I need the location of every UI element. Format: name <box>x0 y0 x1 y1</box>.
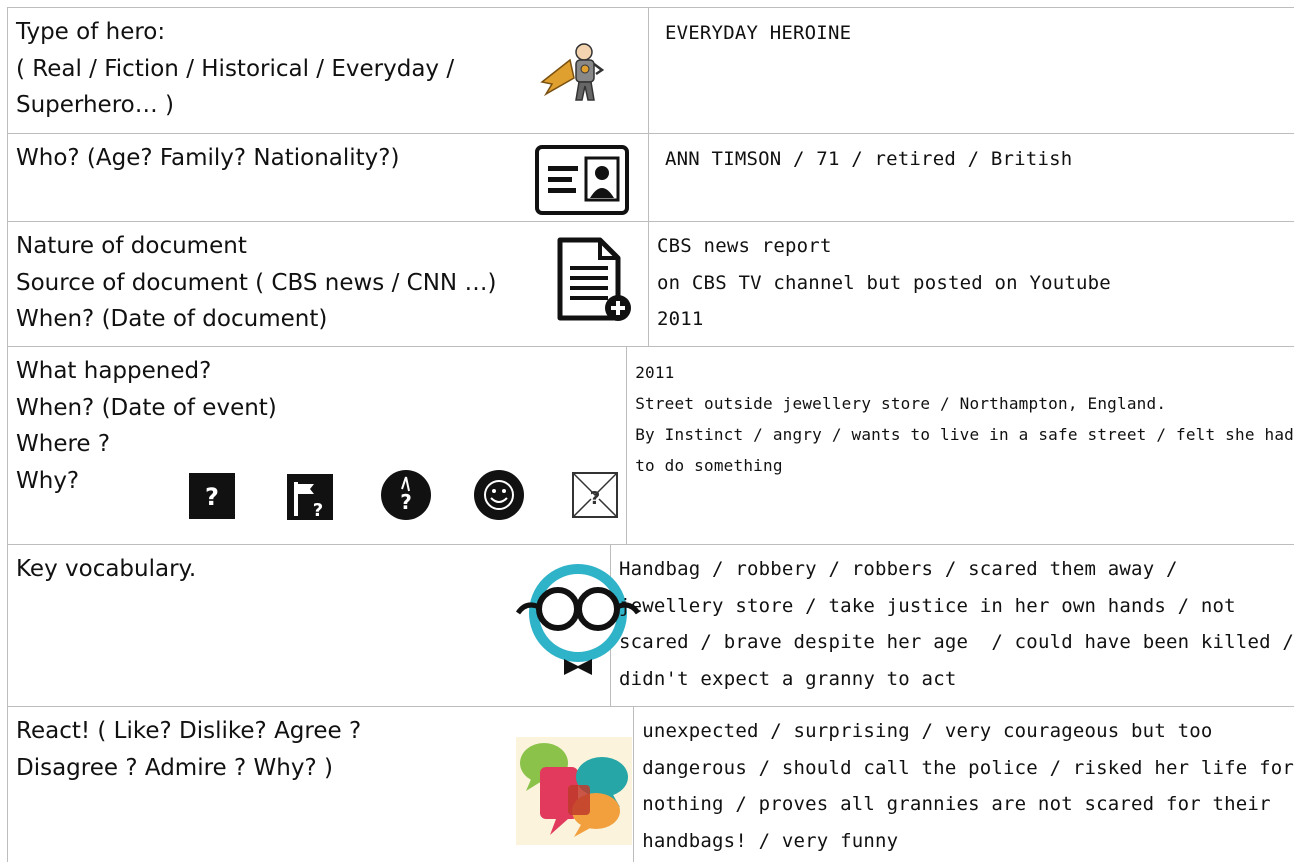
question-line: Where ? <box>16 431 111 457</box>
question-cell: Who? (Age? Family? Nationality?) <box>7 134 649 221</box>
question-line: When? (Date of document) <box>16 306 328 332</box>
answer-line: nothing / proves all grannies are not sc… <box>642 793 1271 815</box>
row-key-vocabulary: Key vocabulary. Handbag / robbery / robb… <box>7 545 1294 707</box>
svg-text:?: ? <box>400 490 412 514</box>
answer-line: jewellery store / take justice in her ow… <box>618 594 1236 617</box>
answer-line: 2011 <box>657 308 704 330</box>
question-line: What happened? <box>16 358 212 384</box>
answer-line: Street outside jewellery store / Northam… <box>635 394 1167 413</box>
answer-line: 2011 <box>635 363 675 382</box>
answer-line: scared / brave despite her age / could h… <box>618 631 1294 653</box>
answer-line: ANN TIMSON / 71 / retired / British <box>665 148 1073 170</box>
answer-cell: Handbag / robbery / robbers / scared the… <box>611 545 1294 706</box>
row-react: React! ( Like? Dislike? Agree ? Disagree… <box>7 707 1294 862</box>
answer-line: to do something <box>635 456 783 475</box>
answer-line: Handbag / robbery / robbers / scared the… <box>618 558 1178 580</box>
add-document-icon <box>556 236 636 326</box>
question-line: Source of document ( CBS news / CNN …) <box>16 269 497 296</box>
answer-cell: CBS news report on CBS TV channel but po… <box>649 222 1294 346</box>
svg-text:?: ? <box>205 483 219 511</box>
row-type-of-hero: Type of hero: ( Real / Fiction / Histori… <box>7 8 1294 134</box>
answer-line: dangerous / should call the police / ris… <box>642 756 1294 779</box>
answer-line: CBS news report <box>657 235 832 257</box>
smiley-icon <box>473 469 525 521</box>
question-cell: Type of hero: ( Real / Fiction / Histori… <box>7 8 649 133</box>
id-card-icon <box>534 144 630 216</box>
superhero-icon <box>540 38 610 104</box>
question-line: When? (Date of event) <box>16 394 277 421</box>
question-cell: Nature of document Source of document ( … <box>7 222 649 346</box>
row-document: Nature of document Source of document ( … <box>7 222 1294 347</box>
question-cell: What happened? When? (Date of event) Whe… <box>7 347 628 544</box>
svg-text:?: ? <box>313 500 323 521</box>
speech-bubbles-icon <box>516 737 632 845</box>
answer-line: on CBS TV channel but posted on Youtube <box>657 271 1111 294</box>
question-cell: React! ( Like? Dislike? Agree ? Disagree… <box>7 707 635 862</box>
answer-cell: unexpected / surprising / very courageou… <box>634 707 1294 862</box>
row-who: Who? (Age? Family? Nationality?) ANN TIM… <box>7 134 1294 222</box>
hero-worksheet-table: Type of hero: ( Real / Fiction / Histori… <box>7 7 1294 862</box>
answer-cell: ANN TIMSON / 71 / retired / British <box>649 134 1294 221</box>
question-line: Nature of document <box>16 233 247 259</box>
answer-line: didn't expect a granny to act <box>618 667 957 690</box>
answer-cell: EVERYDAY HEROINE <box>649 8 1294 133</box>
question-box-icon: ? <box>188 472 236 520</box>
question-cell: Key vocabulary. <box>7 545 640 706</box>
answer-line: By Instinct / angry / wants to live in a… <box>635 425 1294 444</box>
answer-line: handbags! / very funny <box>642 829 899 852</box>
svg-text:?: ? <box>590 488 600 509</box>
clock-question-icon: ? <box>380 469 432 521</box>
location-question-icon: ? <box>286 472 334 522</box>
answer-cell: 2011 Street outside jewellery store / No… <box>627 347 1294 544</box>
envelope-question-icon: ? <box>571 471 619 519</box>
answer-line: unexpected / surprising / very courageou… <box>642 720 1213 742</box>
answer-line: EVERYDAY HEROINE <box>665 22 852 44</box>
row-what-happened: What happened? When? (Date of event) Whe… <box>7 347 1294 545</box>
